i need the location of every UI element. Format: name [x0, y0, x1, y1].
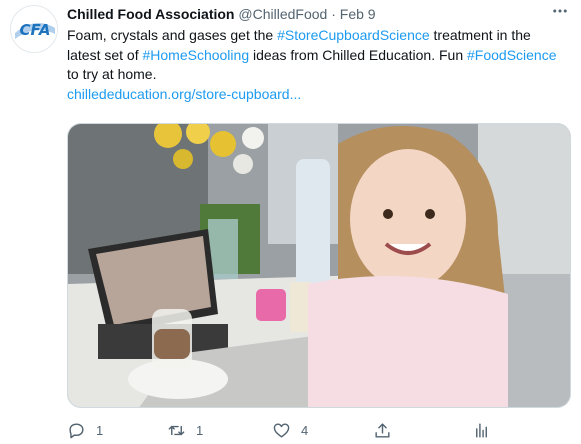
tweet-header: Chilled Food Association @ChilledFood · …	[67, 5, 376, 23]
logo-text: CFA	[20, 21, 51, 39]
separator-dot: ·	[331, 6, 336, 22]
tweet-photo[interactable]	[67, 123, 571, 408]
more-icon[interactable]	[551, 2, 569, 25]
pink-jar	[256, 289, 286, 321]
tweet-text: Foam, crystals and gases get the #StoreC…	[67, 26, 567, 104]
retweet-button[interactable]: 1	[167, 418, 203, 442]
like-button[interactable]: 4	[272, 418, 308, 442]
hashtag-storecupboardscience[interactable]: #StoreCupboardScience	[277, 27, 430, 43]
tweet-link[interactable]: chillededucation.org/store-cupboard...	[67, 86, 301, 102]
analytics-icon	[476, 422, 487, 438]
avatar[interactable]: CFA	[10, 5, 58, 53]
tweet-text-part: to try at home.	[67, 66, 157, 82]
retweet-count: 1	[196, 422, 204, 438]
like-icon	[273, 422, 290, 438]
retweet-icon	[168, 425, 185, 435]
tweet-text-part: Foam, crystals and gases get the	[67, 27, 278, 43]
reply-icon	[69, 422, 84, 438]
author-handle[interactable]: @ChilledFood	[238, 6, 327, 22]
cfa-logo: CFA	[12, 7, 57, 52]
timestamp[interactable]: Feb 9	[340, 6, 376, 22]
author-name[interactable]: Chilled Food Association	[67, 6, 235, 22]
analytics-button[interactable]	[472, 418, 491, 442]
like-count: 4	[301, 422, 309, 438]
share-button[interactable]	[373, 418, 392, 442]
tweet-text-part: ideas from Chilled Education. Fun	[249, 46, 467, 63]
share-icon	[375, 422, 390, 438]
hashtag-homeschooling[interactable]: #HomeSchooling	[142, 47, 249, 63]
girl	[308, 126, 508, 407]
reply-button[interactable]: 1	[67, 418, 103, 442]
hashtag-foodscience[interactable]: #FoodScience	[467, 47, 557, 63]
tweet-actions: 1 1 4	[67, 418, 567, 442]
reply-count: 1	[96, 422, 104, 438]
